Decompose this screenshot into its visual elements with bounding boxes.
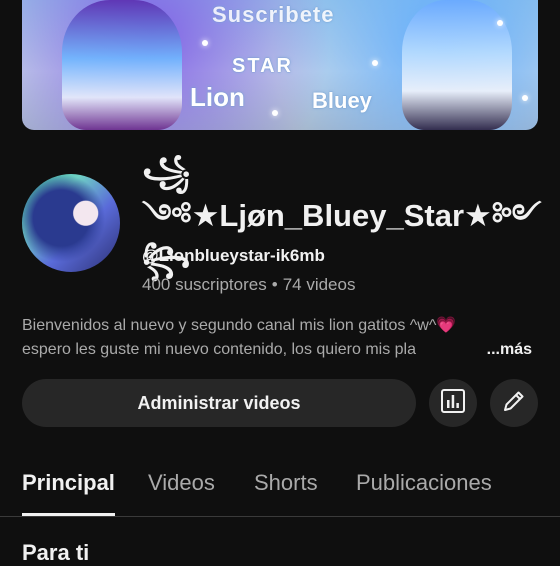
sparkle-decoration	[372, 60, 378, 66]
channel-description[interactable]: Bienvenidos al nuevo y segundo canal mis…	[22, 314, 542, 362]
sparkle-decoration	[272, 110, 278, 116]
banner-text-star: STAR	[232, 55, 293, 77]
tab-principal[interactable]: Principal	[22, 470, 115, 496]
stats-separator: •	[271, 275, 278, 294]
tab-publicaciones[interactable]: Publicaciones	[356, 470, 492, 496]
manage-videos-button[interactable]: Administrar videos	[22, 379, 416, 427]
analytics-button[interactable]	[429, 379, 477, 427]
banner-text-bluey: Bluey	[312, 88, 372, 113]
channel-stats: 400 suscriptores • 74 videos	[142, 275, 355, 295]
channel-tabs: Principal Videos Shorts Publicaciones	[0, 460, 560, 517]
banner-character-right	[402, 0, 512, 130]
description-line-1: Bienvenidos al nuevo y segundo canal mis…	[22, 317, 457, 334]
channel-handle: @Lionblueystar-ik6mb	[142, 246, 325, 265]
pencil-icon	[501, 388, 527, 419]
edit-channel-button[interactable]	[490, 379, 538, 427]
banner-character-left	[62, 0, 182, 130]
sparkle-decoration	[497, 20, 503, 26]
sparkle-decoration	[202, 40, 208, 46]
description-line-2: espero les guste mi nuevo contenido, los…	[22, 341, 416, 358]
channel-banner: Suscribete STAR Lion Bluey	[22, 0, 538, 130]
subscriber-count: 400 suscriptores	[142, 275, 267, 294]
description-more-link[interactable]: ...más	[482, 338, 532, 362]
video-count: 74 videos	[282, 275, 356, 294]
tab-videos[interactable]: Videos	[148, 470, 215, 496]
active-tab-indicator	[22, 513, 115, 516]
channel-avatar[interactable]	[22, 174, 120, 272]
banner-text-lion: Lion	[190, 82, 245, 112]
banner-text-subscribe: Suscribete	[212, 2, 335, 27]
sparkle-decoration	[522, 95, 528, 101]
bar-chart-icon	[440, 388, 466, 419]
section-title: Para ti	[22, 540, 90, 565]
tab-shorts[interactable]: Shorts	[254, 470, 318, 496]
heart-emoji-icon: 💗	[436, 317, 457, 334]
